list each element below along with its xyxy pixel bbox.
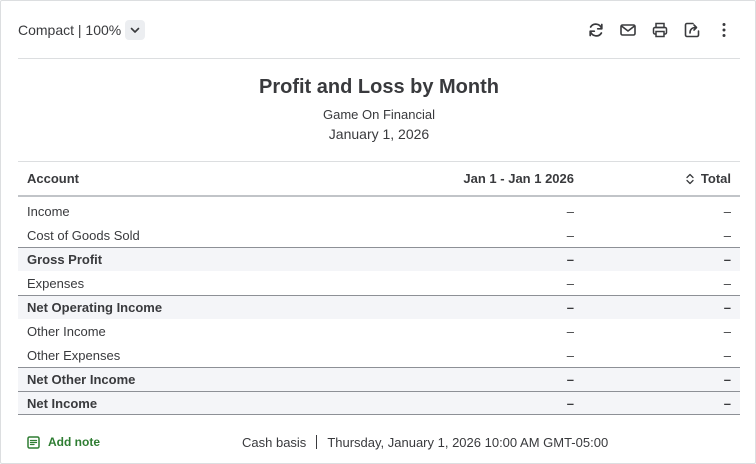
header-period[interactable]: Jan 1 - Jan 1 2026 (338, 171, 574, 186)
company-name: Game On Financial (323, 107, 435, 122)
add-note-label: Add note (48, 435, 100, 449)
chevron-down-icon[interactable] (125, 20, 146, 40)
row-account: Cost of Goods Sold (27, 227, 140, 243)
report-footer: Add note Cash basis Thursday, January 1,… (18, 430, 740, 454)
header-total[interactable]: Total (574, 171, 740, 186)
row-period-value: – (566, 203, 574, 219)
more-icon[interactable] (708, 17, 740, 43)
row-account: Net Income (27, 395, 98, 411)
header-total-label: Total (700, 171, 731, 186)
export-icon[interactable] (676, 17, 708, 43)
row-period-value: – (566, 347, 574, 363)
row-period-value: – (566, 252, 574, 267)
print-icon[interactable] (644, 17, 676, 43)
accounting-basis: Cash basis (242, 434, 307, 450)
row-period-value: – (566, 227, 574, 243)
row-account: Expenses (27, 275, 85, 291)
refresh-icon[interactable] (580, 17, 612, 43)
row-total-value: – (723, 203, 731, 219)
table-row[interactable]: Other Expenses – – (18, 343, 740, 367)
row-account: Gross Profit (27, 252, 103, 267)
table-row[interactable]: Net Other Income – – (18, 367, 740, 391)
table-row[interactable]: Cost of Goods Sold – – (18, 223, 740, 247)
row-period-value: – (566, 372, 574, 387)
report-timestamp: Thursday, January 1, 2026 10:00 AM GMT-0… (327, 434, 609, 450)
row-account: Other Income (27, 323, 106, 339)
email-icon[interactable] (612, 17, 644, 43)
row-total-value: – (723, 323, 731, 339)
table-body: Income – – Cost of Goods Sold – – Gross Profit… (18, 197, 740, 415)
row-period-value: – (566, 395, 574, 411)
note-icon (27, 435, 40, 449)
row-total-value: – (723, 275, 731, 291)
view-density-label: Compact | 100% (18, 22, 122, 38)
table-row[interactable]: Net Operating Income – – (18, 295, 740, 319)
table-row[interactable]: Income – – (18, 199, 740, 223)
row-total-value: – (723, 395, 731, 411)
row-account: Net Operating Income (27, 300, 163, 315)
report-basis-info: Cash basis Thursday, January 1, 2026 10:… (242, 435, 608, 450)
table-row[interactable]: Expenses – – (18, 271, 740, 295)
report-toolbar: Compact | 100% (18, 17, 740, 43)
row-account: Net Other Income (27, 372, 136, 387)
report-table: Account Jan 1 - Jan 1 2026 Total Income –… (18, 161, 740, 415)
row-period-value: – (566, 300, 574, 315)
row-total-value: – (723, 347, 731, 363)
toolbar-divider (18, 58, 740, 59)
table-header: Account Jan 1 - Jan 1 2026 Total (18, 161, 740, 197)
row-total-value: – (723, 300, 731, 315)
report-date: January 1, 2026 (328, 126, 430, 142)
row-period-value: – (566, 323, 574, 339)
row-total-value: – (723, 372, 731, 387)
row-period-value: – (566, 275, 574, 291)
footer-separator (316, 435, 318, 449)
header-account[interactable]: Account (18, 171, 338, 186)
table-row[interactable]: Net Income – – (18, 391, 740, 415)
sort-icon[interactable] (685, 173, 695, 185)
row-total-value: – (723, 227, 731, 243)
table-row[interactable]: Gross Profit – – (18, 247, 740, 271)
row-total-value: – (723, 252, 731, 267)
row-account: Other Expenses (27, 347, 121, 363)
view-density-select[interactable]: Compact | 100% (18, 20, 146, 40)
row-account: Income (27, 203, 70, 219)
add-note-button[interactable]: Add note (18, 435, 100, 449)
table-row[interactable]: Other Income – – (18, 319, 740, 343)
report-title: Profit and Loss by Month (259, 76, 499, 98)
